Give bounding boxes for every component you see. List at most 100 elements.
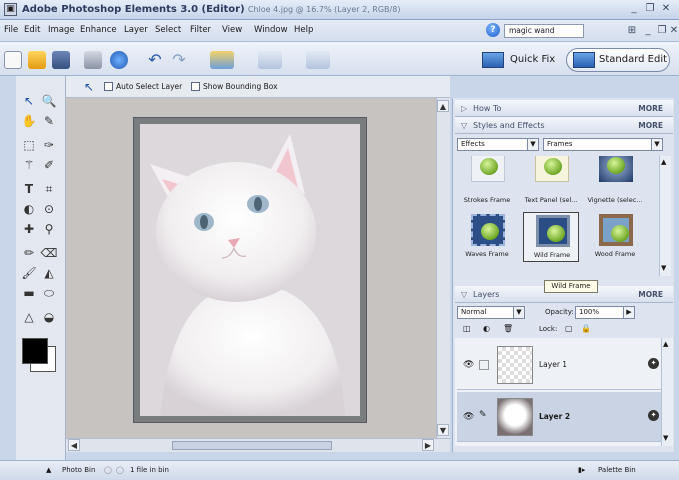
close-button[interactable]: ✕	[660, 3, 672, 15]
layers-more[interactable]: MORE	[638, 286, 663, 303]
quick-fix-button[interactable]: Quick Fix	[482, 49, 562, 71]
layer-name[interactable]: Layer 2	[539, 412, 570, 421]
new-file-icon[interactable]	[4, 51, 22, 69]
clone-stamp-icon[interactable]: ⚲	[40, 220, 58, 238]
crop-tool-icon[interactable]: ⌗	[40, 180, 58, 198]
lasso-tool-icon[interactable]: ✑	[40, 136, 58, 154]
palette-bin-label[interactable]: Palette Bin	[598, 466, 636, 474]
save-icon[interactable]	[52, 51, 70, 69]
move-tool-preset-icon[interactable]: ↖	[80, 78, 98, 96]
lock-all-icon[interactable]: 🔒	[581, 324, 591, 333]
brush-tool-icon[interactable]: 🖌	[20, 264, 38, 282]
photo-browser-icon[interactable]	[306, 51, 330, 69]
lock-transparency-icon[interactable]: ▢	[565, 324, 573, 333]
vertical-scrollbar[interactable]: ▲ ▼	[436, 98, 450, 438]
type-tool-icon[interactable]: T	[20, 180, 38, 198]
eye-icon[interactable]: 👁	[463, 412, 474, 422]
menu-window[interactable]: Window	[254, 25, 288, 35]
online-services-icon[interactable]	[110, 51, 128, 69]
palette-bin-arrow-icon[interactable]: ▮▸	[578, 466, 585, 474]
red-eye-tool-icon[interactable]: ⊙	[40, 200, 58, 218]
link-slot[interactable]	[479, 360, 489, 370]
effects-library-select[interactable]: Frames ▼	[543, 138, 663, 151]
scroll-up-button[interactable]: ▲	[437, 100, 449, 112]
effect-thumb[interactable]: Text Panel (sel...	[523, 156, 579, 208]
brush-link-icon[interactable]: ✎	[479, 410, 487, 420]
how-to-more[interactable]: MORE	[638, 100, 663, 117]
scroll-down-button[interactable]: ▼	[437, 424, 449, 436]
undo-icon[interactable]: ↶	[146, 51, 164, 69]
open-folder-icon[interactable]	[28, 51, 46, 69]
effect-thumb[interactable]: Wood Frame	[587, 212, 643, 262]
shape-tool-icon[interactable]: ⬭	[40, 284, 58, 302]
photo-bin-label[interactable]: Photo Bin	[62, 466, 95, 474]
styles-header[interactable]: ▽ Styles and Effects MORE	[455, 117, 673, 134]
layer-name[interactable]: Layer 1	[539, 360, 567, 369]
menu-layer[interactable]: Layer	[124, 25, 148, 35]
selection-brush-icon[interactable]: ✐	[40, 156, 58, 174]
menu-edit[interactable]: Edit	[24, 25, 40, 35]
opacity-input[interactable]: 100% ▶	[575, 306, 635, 319]
layers-scrollbar[interactable]: ▲ ▼	[661, 338, 673, 446]
healing-brush-icon[interactable]: ✚	[20, 220, 38, 238]
effects-scrollbar[interactable]: ▲ ▼	[659, 156, 671, 276]
effect-thumb[interactable]: Waves Frame	[459, 212, 515, 262]
auto-select-checkbox[interactable]	[104, 82, 113, 91]
standard-edit-button[interactable]: Standard Edit	[566, 48, 670, 72]
menu-file[interactable]: File	[4, 25, 18, 35]
scroll-up-icon[interactable]: ▲	[661, 158, 666, 166]
print-icon[interactable]	[84, 51, 102, 69]
photo-canvas[interactable]	[140, 124, 360, 416]
prev-icon[interactable]: ◯	[104, 466, 112, 474]
effects-category-select[interactable]: Effects ▼	[457, 138, 539, 151]
scroll-down-icon[interactable]: ▼	[663, 434, 668, 442]
minimize-button[interactable]: _	[628, 3, 640, 15]
trash-icon[interactable]: 🗑	[503, 324, 513, 333]
foreground-color-swatch[interactable]	[22, 338, 48, 364]
menu-select[interactable]: Select	[155, 25, 181, 35]
effect-thumb-selected[interactable]: Wild Frame	[523, 212, 579, 262]
pencil-tool-icon[interactable]: ✏	[20, 244, 38, 262]
doc-close-button[interactable]: ✕	[668, 25, 679, 37]
show-bounding-checkbox[interactable]	[191, 82, 200, 91]
create-icon[interactable]	[258, 51, 282, 69]
gradient-tool-icon[interactable]: ▬	[20, 284, 38, 302]
marquee-tool-icon[interactable]: ⬚	[20, 136, 38, 154]
adjustment-layer-icon[interactable]: ◐	[483, 324, 490, 333]
menu-view[interactable]: View	[222, 25, 242, 35]
scroll-right-button[interactable]: ▶	[422, 439, 434, 451]
layer-style-icon[interactable]: ✦	[648, 410, 659, 421]
horizontal-scroll-thumb[interactable]	[172, 441, 332, 450]
doc-restore-button[interactable]: ❐	[656, 25, 668, 37]
doc-grid-icon[interactable]: ⊞	[626, 25, 638, 37]
help-search-input[interactable]: magic wand	[504, 24, 584, 38]
help-icon[interactable]: ?	[486, 23, 500, 37]
horizontal-scrollbar[interactable]: ◀ ▶	[66, 438, 450, 452]
photo-bin-arrow-icon[interactable]: ▲	[46, 466, 51, 474]
layer-row[interactable]: 👁 Layer 1 ✦	[457, 340, 667, 390]
how-to-header[interactable]: ▷ How To MORE	[455, 100, 673, 117]
hand-tool-icon[interactable]: ✋	[20, 112, 38, 130]
scroll-left-button[interactable]: ◀	[68, 439, 80, 451]
restore-button[interactable]: ❐	[644, 3, 656, 15]
layer-style-icon[interactable]: ✦	[648, 358, 659, 369]
magic-wand-tool-icon[interactable]: ⚚	[20, 156, 38, 174]
scroll-down-icon[interactable]: ▼	[661, 264, 666, 272]
menu-filter[interactable]: Filter	[190, 25, 211, 35]
new-layer-icon[interactable]: ◫	[463, 324, 471, 333]
scroll-up-icon[interactable]: ▲	[663, 340, 668, 348]
next-icon[interactable]: ◯	[116, 466, 124, 474]
effect-thumb[interactable]: Vignette (selec...	[587, 156, 643, 208]
effect-thumb[interactable]: Strokes Frame	[459, 156, 515, 208]
eyedropper-tool-icon[interactable]: ✎	[40, 112, 58, 130]
organizer-icon[interactable]	[210, 51, 234, 69]
doc-minimize-button[interactable]: _	[642, 25, 654, 37]
cookie-cutter-icon[interactable]: ◐	[20, 200, 38, 218]
menu-enhance[interactable]: Enhance	[80, 25, 117, 35]
paint-bucket-icon[interactable]: ◭	[40, 264, 58, 282]
blend-mode-select[interactable]: Normal ▼	[457, 306, 525, 319]
blur-tool-icon[interactable]: △	[20, 308, 38, 326]
redo-icon[interactable]: ↷	[170, 51, 188, 69]
eye-icon[interactable]: 👁	[463, 360, 474, 370]
eraser-tool-icon[interactable]: ⌫	[40, 244, 58, 262]
